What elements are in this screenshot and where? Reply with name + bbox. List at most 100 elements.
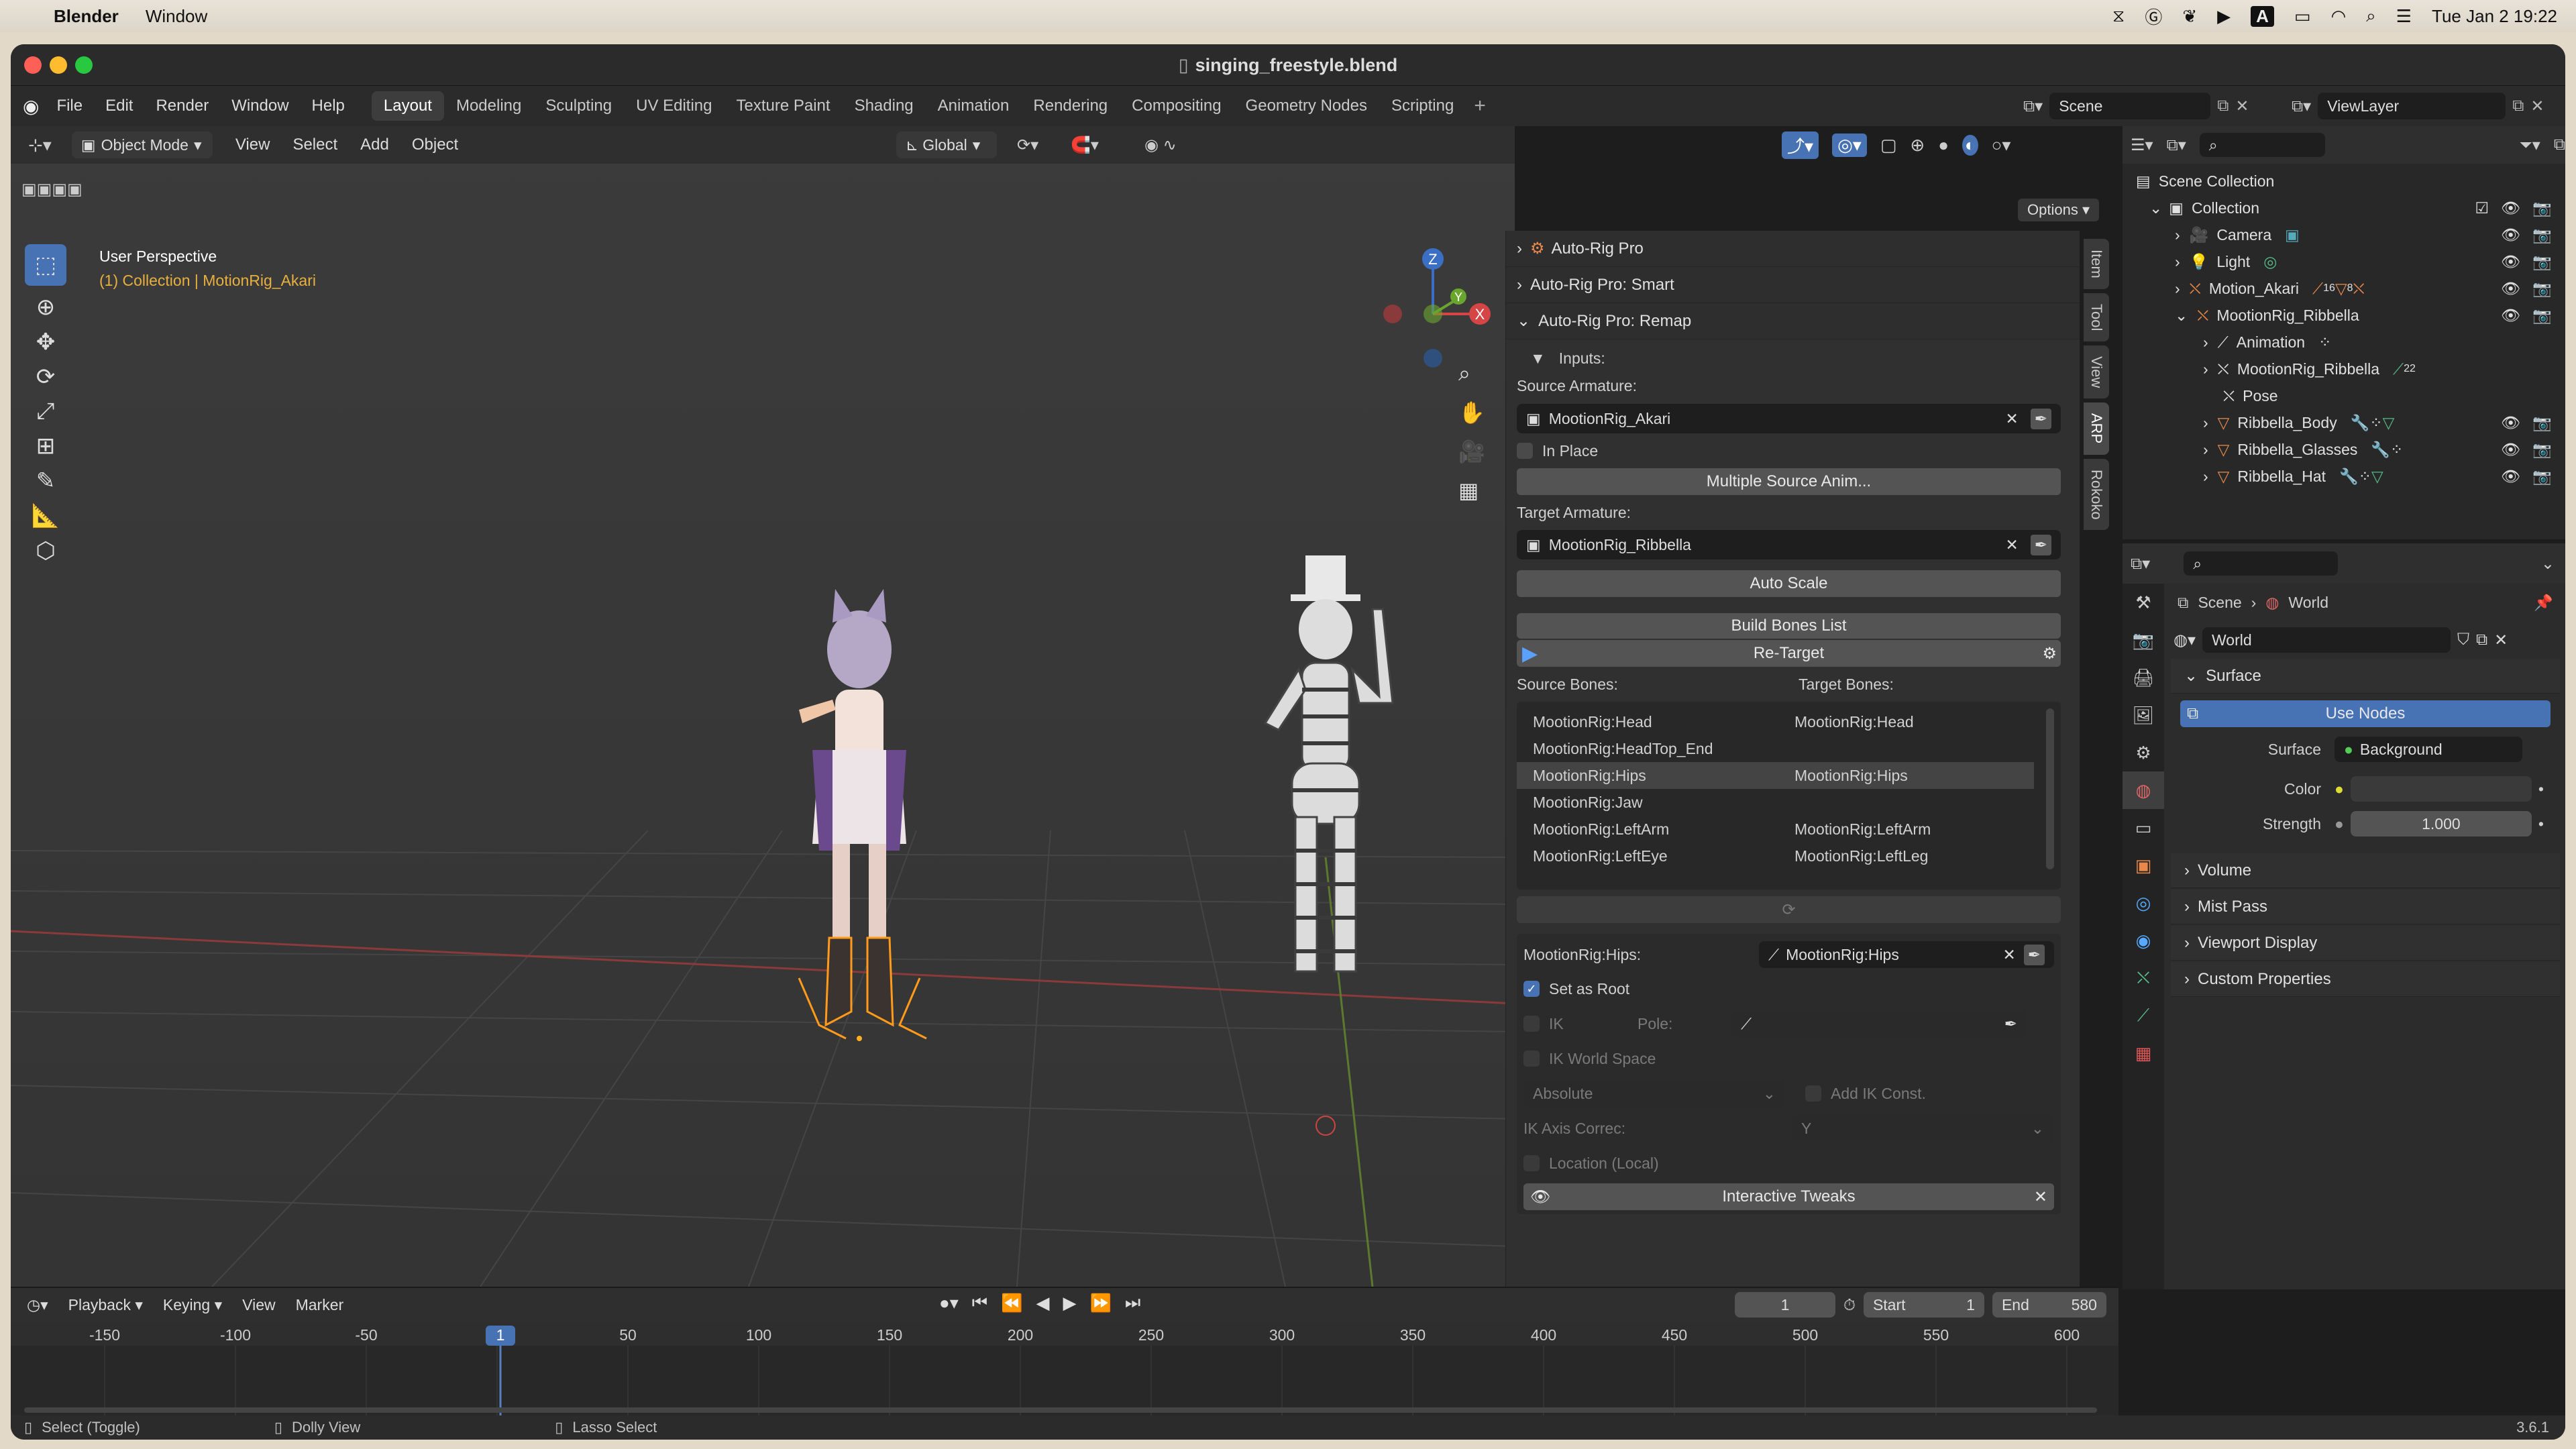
add-cube-tool-icon[interactable]: ⬡: [36, 537, 56, 564]
solid-shading-icon[interactable]: ●: [1938, 135, 1949, 156]
vp-menu-add[interactable]: Add: [360, 136, 389, 154]
tool-props-icon[interactable]: ⚒: [2123, 584, 2164, 621]
vp-menu-select[interactable]: Select: [292, 136, 337, 154]
render-camera-icon[interactable]: 📷: [2532, 468, 2552, 486]
transform-orientation-dropdown[interactable]: ⊾ Global ▾: [896, 131, 997, 158]
bone-row[interactable]: MootionRig:LeftEye MootionRig:LeftLeg: [1517, 843, 2061, 869]
menu-edit[interactable]: Edit: [105, 97, 133, 115]
overlay-toggle-icon[interactable]: ◎▾: [1832, 133, 1867, 157]
scene-delete-icon[interactable]: ✕: [2235, 97, 2249, 116]
output-props-icon[interactable]: 🖨: [2123, 659, 2164, 696]
snap-icon[interactable]: 🧲▾: [1071, 136, 1099, 155]
panel-auto-rig-pro-remap[interactable]: ⌄ Auto-Rig Pro: Remap: [1506, 303, 2080, 339]
eyedropper-icon[interactable]: ✒: [2004, 1015, 2017, 1033]
tab-texture-paint[interactable]: Texture Paint: [724, 91, 843, 121]
eyedropper-icon[interactable]: ✒: [2030, 408, 2051, 429]
render-camera-icon[interactable]: 📷: [2532, 414, 2552, 432]
render-camera-icon[interactable]: 📷: [2532, 307, 2552, 325]
vp-menu-object[interactable]: Object: [412, 136, 458, 154]
move-tool-icon[interactable]: ✥: [36, 329, 56, 356]
editor-type-icon[interactable]: ⊹▾: [28, 135, 52, 156]
window-menu[interactable]: Window: [146, 6, 207, 27]
absolute-dropdown[interactable]: Absolute ⌄: [1523, 1080, 1785, 1107]
tab-geometry-nodes[interactable]: Geometry Nodes: [1234, 91, 1379, 121]
measure-tool-icon[interactable]: 📐: [32, 502, 60, 529]
proportional-icon[interactable]: ◉ ∿: [1144, 136, 1177, 155]
keyframe-dot-icon[interactable]: •: [2538, 780, 2544, 798]
settings-gear-icon[interactable]: ⚙: [2042, 644, 2057, 663]
tab-uv-editing[interactable]: UV Editing: [624, 91, 724, 121]
close-tweaks-icon[interactable]: ✕: [2034, 1187, 2047, 1207]
viewport-scene[interactable]: [11, 126, 1515, 1287]
world-props-icon[interactable]: ◍: [2123, 771, 2164, 809]
timeline-menu-keying[interactable]: Keying ▾: [163, 1296, 222, 1314]
collection-props-icon[interactable]: ▭: [2123, 809, 2164, 847]
selected-bone-field[interactable]: ⟋ MootionRig:Hips ✕ ✒: [1759, 941, 2054, 968]
pole-field[interactable]: ⟋ ✒: [1731, 1010, 2027, 1037]
outliner-row-motion-akari[interactable]: › ⛌ Motion_Akari ⟋ 16 ▽ 8 ⛌ 👁 📷: [2136, 275, 2565, 302]
timeline-menu-view[interactable]: View: [242, 1296, 275, 1314]
eye-icon[interactable]: 👁: [2501, 414, 2520, 432]
texture-props-icon[interactable]: ▦: [2123, 1034, 2164, 1072]
material-shading-icon[interactable]: ◐: [1962, 134, 1978, 156]
render-props-icon[interactable]: 📷: [2123, 621, 2164, 659]
multiple-source-anim-button[interactable]: Multiple Source Anim...: [1517, 468, 2061, 495]
eye-icon[interactable]: 👁: [2501, 253, 2520, 271]
unlink-world-icon[interactable]: ✕: [2494, 631, 2508, 650]
select-box-tool-icon[interactable]: ⬚: [25, 244, 66, 286]
timeline-menu-marker[interactable]: Marker: [296, 1296, 344, 1314]
input-source-icon[interactable]: A: [2251, 5, 2274, 27]
jump-start-icon[interactable]: ⏮: [972, 1292, 987, 1313]
outliner-editor-icon[interactable]: ☰▾: [2131, 136, 2153, 155]
strength-field[interactable]: 1.000: [2350, 811, 2532, 837]
grammarly-icon[interactable]: Ⓖ: [2145, 4, 2162, 29]
keyframe-dot-icon[interactable]: •: [2538, 815, 2544, 833]
gizmo-toggle-icon[interactable]: ⤴▾: [1782, 131, 1819, 159]
tab-rokoko[interactable]: Rokoko: [2084, 458, 2109, 531]
rotate-tool-icon[interactable]: ⟳: [36, 364, 56, 390]
eye-icon[interactable]: 👁: [2501, 199, 2520, 217]
outliner-row-ribbella-body[interactable]: › ▽ Ribbella_Body 🔧 ⁘ ▽ 👁 📷: [2136, 409, 2565, 436]
outliner-row-pose[interactable]: ⛌ Pose: [2136, 382, 2565, 409]
fake-user-icon[interactable]: ⛉: [2457, 631, 2469, 649]
3d-viewport[interactable]: ⊹▾ ▣ Object Mode ▾ View Select Add Object…: [11, 126, 1515, 1287]
transform-tool-icon[interactable]: ⊞: [36, 433, 56, 460]
world-name-field[interactable]: World: [2202, 627, 2451, 653]
zoom-icon[interactable]: ⌕: [1458, 361, 1485, 386]
add-ik-const-checkbox[interactable]: Add IK Const.: [1805, 1085, 1926, 1103]
cursor-tool-icon[interactable]: ⊕: [36, 294, 56, 321]
constraint-props-icon[interactable]: ⛌: [2123, 959, 2164, 997]
scene-field[interactable]: Scene: [2049, 93, 2211, 119]
section-mist-pass[interactable]: › Mist Pass: [2171, 890, 2560, 924]
eye-icon[interactable]: 👁: [2501, 280, 2520, 298]
in-place-checkbox[interactable]: In Place: [1517, 433, 2061, 468]
panel-auto-rig-pro[interactable]: › ⚙ Auto-Rig Pro: [1506, 231, 2080, 267]
world-color-swatch[interactable]: [2350, 776, 2532, 802]
ik-world-space-checkbox[interactable]: IK World Space: [1523, 1041, 2054, 1076]
panel-auto-rig-pro-smart[interactable]: › Auto-Rig Pro: Smart: [1506, 267, 2080, 303]
timeline-menu-playback[interactable]: Playback ▾: [68, 1296, 143, 1314]
jump-keyframe-back-icon[interactable]: ⏪: [1001, 1293, 1022, 1313]
section-volume[interactable]: › Volume: [2171, 853, 2560, 888]
menu-help[interactable]: Help: [312, 97, 345, 115]
vp-menu-view[interactable]: View: [235, 136, 270, 154]
new-world-icon[interactable]: ⧉: [2476, 631, 2487, 649]
eyedropper-icon[interactable]: ✒: [2023, 944, 2045, 965]
outliner-row-ribbella-glasses[interactable]: › ▽ Ribbella_Glasses 🔧 ⁘ 👁 📷: [2136, 436, 2565, 463]
surface-shader-field[interactable]: ● Background: [2334, 737, 2522, 762]
menu-render[interactable]: Render: [156, 97, 209, 115]
outliner-row-mootionrig-ribbella[interactable]: ⌄ ⛌ MootionRig_Ribbella 👁 📷: [2136, 302, 2565, 329]
tab-tool[interactable]: Tool: [2084, 292, 2109, 342]
section-surface[interactable]: ⌄ Surface: [2171, 659, 2560, 694]
timeline-ruler[interactable]: -150 -100 -50 1 50 100 150 200 250 300 3…: [11, 1322, 2118, 1417]
viewlayer-icon[interactable]: ⧉▾: [2292, 97, 2311, 116]
outliner-row-armature-data[interactable]: › ⛌ MootionRig_Ribbella ⟋ 22: [2136, 356, 2565, 382]
section-viewport-display[interactable]: › Viewport Display: [2171, 926, 2560, 961]
outliner-search-input[interactable]: ⌕: [2199, 133, 2325, 157]
use-nodes-button[interactable]: ⧉ Use Nodes: [2180, 700, 2551, 727]
interactive-tweaks-button[interactable]: 👁 Interactive Tweaks ✕: [1523, 1183, 2054, 1210]
bird-icon[interactable]: ❦: [2182, 6, 2197, 27]
scene-props-icon[interactable]: ⚙: [2123, 734, 2164, 771]
eye-icon[interactable]: 👁: [2501, 226, 2520, 244]
play-reverse-icon[interactable]: ◀: [1036, 1293, 1050, 1313]
